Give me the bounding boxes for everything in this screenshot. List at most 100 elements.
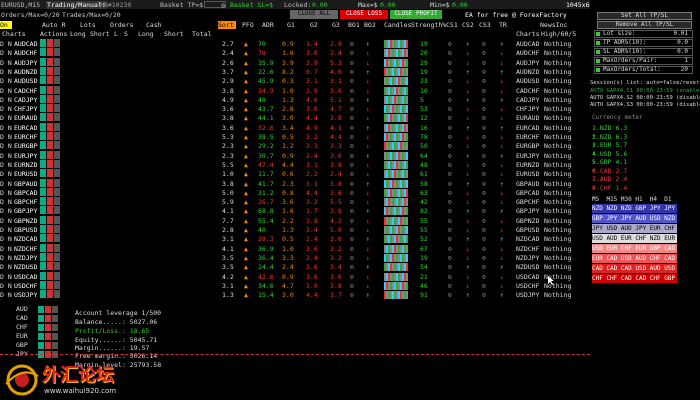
long-action-button[interactable] [40, 178, 46, 187]
currency-sell-button[interactable] [45, 333, 51, 340]
basket-tp-input[interactable]: 0 [204, 1, 226, 9]
currency-buy-button[interactable] [38, 342, 44, 349]
currency-sell-button[interactable] [45, 306, 51, 313]
close-action-button[interactable] [54, 104, 60, 113]
currency-close-button[interactable] [52, 315, 58, 322]
close-action-button[interactable] [54, 76, 60, 85]
currency-close-button[interactable] [52, 324, 58, 331]
close-action-button[interactable] [54, 85, 60, 94]
short-action-button[interactable] [47, 243, 53, 252]
sl-adr-field[interactable]: SL ADR%(10): 0.0 [594, 48, 693, 56]
long-action-button[interactable] [40, 94, 46, 103]
close-action-button[interactable] [54, 271, 60, 280]
currency-close-button[interactable] [52, 342, 58, 349]
close-action-button[interactable] [54, 132, 60, 140]
short-action-button[interactable] [47, 113, 53, 122]
short-action-button[interactable] [47, 215, 53, 224]
row-chart[interactable]: USDJPY [516, 290, 539, 300]
close-action-button[interactable] [54, 39, 60, 47]
long-action-button[interactable] [40, 197, 46, 206]
long-action-button[interactable] [40, 280, 46, 289]
long-action-button[interactable] [40, 252, 46, 261]
long-action-button[interactable] [40, 113, 46, 122]
short-action-button[interactable] [47, 271, 53, 280]
long-action-button[interactable] [40, 150, 46, 159]
row-symbol[interactable]: USDJPY [14, 290, 37, 300]
long-action-button[interactable] [40, 76, 46, 85]
close-action-button[interactable] [54, 290, 60, 299]
short-action-button[interactable] [47, 290, 53, 299]
max-orders-total-field[interactable]: MaxOrders/Total: 20 [594, 66, 693, 74]
close-action-button[interactable] [54, 113, 60, 122]
long-action-button[interactable] [40, 187, 46, 196]
close-action-button[interactable] [54, 215, 60, 224]
close-action-button[interactable] [54, 48, 60, 57]
close-action-button[interactable] [54, 159, 60, 168]
short-action-button[interactable] [47, 57, 53, 66]
currency-close-button[interactable] [52, 306, 58, 313]
max-orders-pair-field[interactable]: MaxOrders/Pair: 1 [594, 57, 693, 65]
close-action-button[interactable] [54, 243, 60, 252]
long-action-button[interactable] [40, 225, 46, 233]
long-action-button[interactable] [40, 159, 46, 168]
on-header[interactable]: On [0, 21, 12, 29]
currency-sell-button[interactable] [45, 342, 51, 349]
short-action-button[interactable] [47, 197, 53, 206]
long-action-button[interactable] [40, 169, 46, 178]
short-action-button[interactable] [47, 132, 53, 140]
long-action-button[interactable] [40, 104, 46, 113]
close-action-button[interactable] [54, 206, 60, 215]
long-action-button[interactable] [40, 290, 46, 299]
short-action-button[interactable] [47, 122, 53, 131]
close-all-button[interactable]: CLOSE ALL [290, 10, 338, 19]
remove-all-tpsl-button[interactable]: Remove All TP/SL [597, 21, 692, 29]
close-action-button[interactable] [54, 252, 60, 261]
long-action-button[interactable] [40, 39, 46, 47]
currency-buy-button[interactable] [38, 324, 44, 331]
short-action-button[interactable] [47, 48, 53, 57]
long-action-button[interactable] [40, 206, 46, 215]
short-action-button[interactable] [47, 225, 53, 233]
close-action-button[interactable] [54, 150, 60, 159]
short-action-button[interactable] [47, 234, 53, 243]
currency-buy-button[interactable] [38, 333, 44, 340]
currency-sell-button[interactable] [45, 324, 51, 331]
close-action-button[interactable] [54, 169, 60, 178]
short-action-button[interactable] [47, 150, 53, 159]
close-action-button[interactable] [54, 141, 60, 150]
short-action-button[interactable] [47, 104, 53, 113]
row-on[interactable]: D N [0, 290, 12, 300]
close-action-button[interactable] [54, 187, 60, 196]
long-action-button[interactable] [40, 234, 46, 243]
short-action-button[interactable] [47, 76, 53, 85]
long-action-button[interactable] [40, 271, 46, 280]
close-profit-button[interactable]: CLOSE PROFIT [390, 10, 442, 19]
short-action-button[interactable] [47, 169, 53, 178]
long-action-button[interactable] [40, 132, 46, 140]
sort-header[interactable]: Sort [218, 21, 236, 29]
long-action-button[interactable] [40, 48, 46, 57]
close-action-button[interactable] [54, 234, 60, 243]
close-action-button[interactable] [54, 122, 60, 131]
long-action-button[interactable] [40, 66, 46, 75]
close-action-button[interactable] [54, 66, 60, 75]
long-action-button[interactable] [40, 215, 46, 224]
long-action-button[interactable] [40, 262, 46, 271]
short-action-button[interactable] [47, 94, 53, 103]
short-action-button[interactable] [47, 262, 53, 271]
close-action-button[interactable] [54, 280, 60, 289]
close-loss-button[interactable]: CLOSE LOSS [340, 10, 388, 19]
long-action-button[interactable] [40, 85, 46, 94]
long-action-button[interactable] [40, 57, 46, 66]
currency-buy-button[interactable] [38, 315, 44, 322]
short-action-button[interactable] [47, 252, 53, 261]
close-action-button[interactable] [54, 94, 60, 103]
set-all-tpsl-button[interactable]: Set All TP/SL [597, 12, 692, 20]
tp-adr-field[interactable]: TP ADR%(10): 0.0 [594, 39, 693, 47]
currency-sell-button[interactable] [45, 315, 51, 322]
short-action-button[interactable] [47, 159, 53, 168]
ea-free-link[interactable]: EA for free @ ForexFactory [465, 11, 567, 19]
currency-close-button[interactable] [52, 333, 58, 340]
short-action-button[interactable] [47, 66, 53, 75]
short-action-button[interactable] [47, 141, 53, 150]
